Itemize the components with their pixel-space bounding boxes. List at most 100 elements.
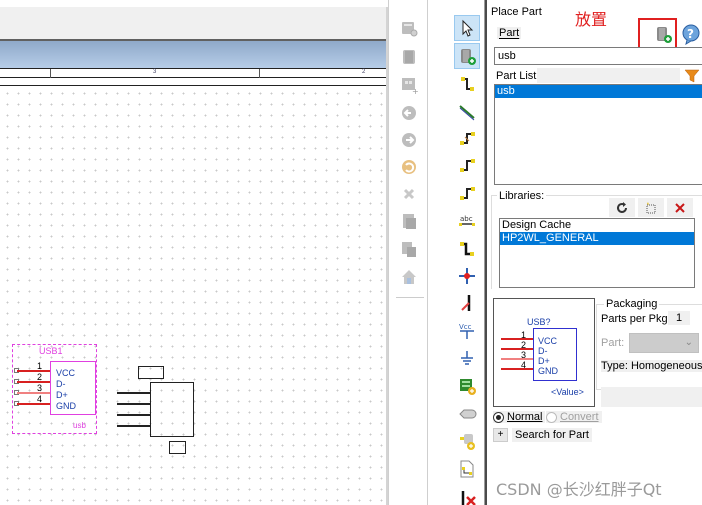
place-off-page-icon[interactable] xyxy=(454,456,480,482)
preview-pin-name: GND xyxy=(538,366,558,376)
preview-pin-name: VCC xyxy=(538,336,558,346)
refresh-library-button[interactable] xyxy=(609,198,635,217)
normal-radio[interactable]: Normal xyxy=(493,411,546,423)
toolbar-gap xyxy=(428,0,448,505)
part-list[interactable]: usb xyxy=(494,84,702,185)
place-bus-entry-2-icon[interactable] xyxy=(454,180,480,206)
libraries-list[interactable]: Design Cache HP2WL_GENERAL xyxy=(499,218,695,288)
libraries-label: Libraries: xyxy=(497,190,547,202)
packaging-label: Packaging xyxy=(604,298,660,310)
preview-pin-number: 1 xyxy=(521,330,527,340)
radio-indicator[interactable] xyxy=(493,411,504,423)
panel-title: Place Part xyxy=(491,6,542,18)
normal-radio-label: Normal xyxy=(507,411,543,423)
add-library-button[interactable] xyxy=(638,198,664,217)
remove-library-button[interactable] xyxy=(667,198,693,217)
filter-button[interactable] xyxy=(683,68,701,84)
ruler-number: 2 xyxy=(362,69,366,75)
place-junction-icon[interactable] xyxy=(454,263,480,289)
place-bus-icon[interactable] xyxy=(454,125,480,151)
back-icon[interactable] xyxy=(396,100,422,126)
library-item[interactable]: HP2WL_GENERAL xyxy=(500,232,694,245)
help-icon: ? xyxy=(682,24,700,46)
search-for-part-expander[interactable]: + Search for Part xyxy=(493,428,592,442)
ruler-tick xyxy=(259,69,260,78)
convert-radio-label: Convert xyxy=(560,411,599,423)
place-no-erc-icon[interactable] xyxy=(454,484,480,505)
place-pin-icon[interactable] xyxy=(454,428,480,454)
preview-pin-name: D+ xyxy=(538,356,550,366)
pin-line xyxy=(17,403,50,405)
place-part-panel: Place Part 放置 Part ? Part List: usb Libr… xyxy=(485,0,702,505)
ghost-value-box xyxy=(169,441,186,454)
preview-pin-number: 3 xyxy=(521,350,527,360)
remove-icon xyxy=(675,202,685,213)
toolbar-separator xyxy=(396,297,424,298)
chevron-down-icon: ⌄ xyxy=(684,337,693,348)
part-value[interactable]: usb xyxy=(73,421,86,430)
select-icon[interactable] xyxy=(454,15,480,41)
ghost-pin xyxy=(117,392,150,394)
place-net-alias-icon[interactable]: abc xyxy=(454,208,480,234)
place-power-icon[interactable]: Vcc xyxy=(454,318,480,344)
preview-pin-line xyxy=(501,358,533,360)
copy-page-icon[interactable] xyxy=(396,208,422,234)
place-part-button[interactable] xyxy=(654,24,674,44)
ghost-part-body xyxy=(150,382,194,437)
library-item[interactable]: Design Cache xyxy=(500,219,694,232)
radio-indicator[interactable] xyxy=(546,411,557,423)
ghost-pin xyxy=(117,425,150,427)
undo-icon[interactable] xyxy=(396,154,422,180)
parts-per-pkg-value: 1 xyxy=(668,311,690,325)
forward-icon[interactable] xyxy=(396,127,422,153)
place-annotation: 放置 xyxy=(575,10,608,29)
delete-icon[interactable] xyxy=(396,181,422,207)
pin-name: D+ xyxy=(56,390,68,400)
pin-name: D- xyxy=(56,379,66,389)
part-preview: USB? 1 2 3 4 VCC D- D+ GND <Value> xyxy=(493,298,595,407)
ghost-pin xyxy=(117,403,150,405)
search-for-part-label[interactable]: Search for Part xyxy=(512,428,592,442)
place-ground-icon[interactable] xyxy=(454,346,480,372)
pin-line xyxy=(17,381,50,383)
place-part-icon[interactable] xyxy=(454,43,480,69)
place-net-flag-icon[interactable] xyxy=(454,236,480,262)
pin-name: VCC xyxy=(56,368,76,378)
place-bus-entry-icon[interactable] xyxy=(454,152,480,178)
part-list-label: Part List: xyxy=(496,70,540,82)
grid-dots[interactable] xyxy=(0,86,386,505)
package-part-select[interactable]: ⌄ xyxy=(629,333,699,353)
place-hierarchical-block-icon[interactable] xyxy=(454,373,480,399)
add-hierarchy-icon[interactable]: + xyxy=(396,72,422,98)
expand-icon[interactable]: + xyxy=(493,428,508,442)
preview-pin-number: 2 xyxy=(521,340,527,350)
pin-number: 2 xyxy=(37,372,43,382)
part-reference[interactable]: USB1 xyxy=(39,346,63,356)
help-button[interactable]: ? xyxy=(681,23,701,46)
package-part-label: Part: xyxy=(601,337,625,349)
place-port-icon[interactable] xyxy=(454,401,480,427)
ruler-tick xyxy=(50,69,51,78)
place-net-group-icon[interactable] xyxy=(454,98,480,124)
part-icon[interactable] xyxy=(396,44,422,70)
ghost-reference-box xyxy=(138,366,164,379)
svg-text:?: ? xyxy=(687,27,694,41)
pin-line xyxy=(17,370,50,372)
place-wire-icon[interactable] xyxy=(454,71,480,97)
pin-number: 4 xyxy=(37,394,43,404)
place-part-icon xyxy=(657,27,672,43)
schematic-page-tab-bar[interactable] xyxy=(0,39,386,68)
pin-name: GND xyxy=(56,401,76,411)
convert-radio[interactable]: Convert xyxy=(546,411,602,423)
home-icon[interactable] xyxy=(396,264,422,290)
part-properties-icon[interactable] xyxy=(396,16,422,42)
part-list-item[interactable]: usb xyxy=(495,85,702,98)
preview-pin-line xyxy=(501,368,533,370)
part-input[interactable] xyxy=(494,47,702,65)
svg-text:+: + xyxy=(412,87,419,95)
filter-icon xyxy=(684,69,700,83)
place-no-connect-icon[interactable] xyxy=(454,290,480,316)
ruler-number: 3 xyxy=(153,69,157,75)
schematic-canvas[interactable]: 3 2 USB1 1 2 3 4 VCC D- D+ GND usb xyxy=(0,0,388,505)
paste-page-icon[interactable] xyxy=(396,236,422,262)
